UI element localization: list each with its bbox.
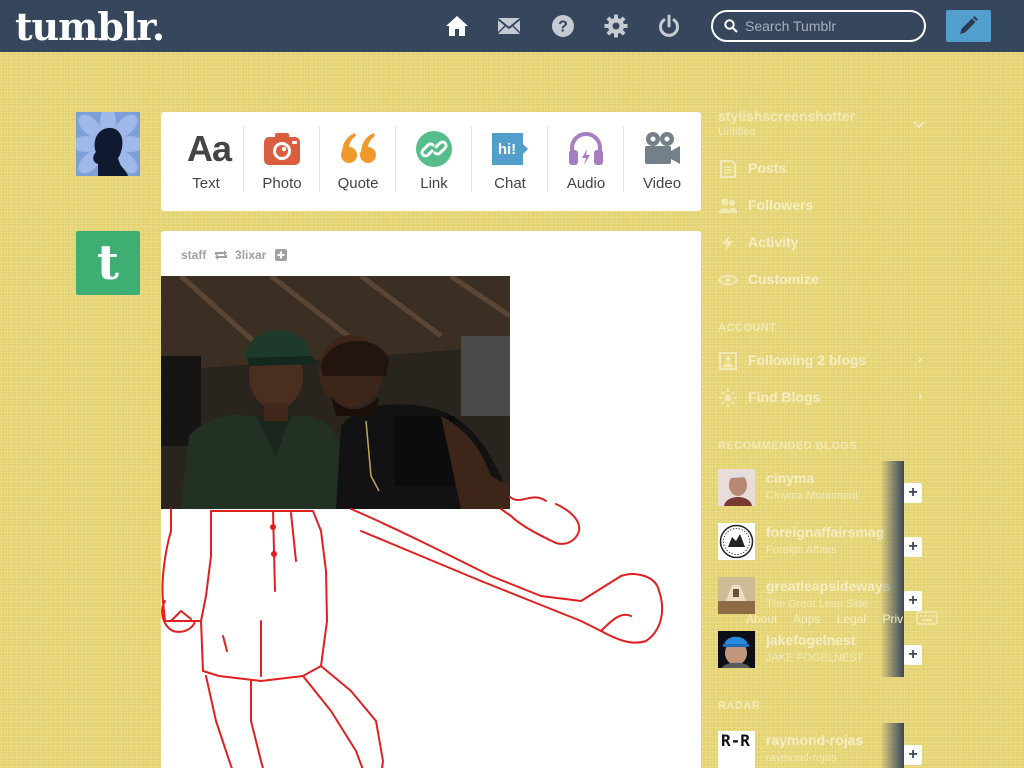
- headphones-icon: [567, 130, 605, 168]
- footer-links: About Apps Legal Priv: [746, 612, 916, 626]
- post-type-bar: Aa Text Photo Quote Link hi! Chat Audio …: [161, 112, 701, 211]
- compose-button[interactable]: [946, 10, 991, 42]
- footer-link-apps[interactable]: Apps: [793, 612, 820, 626]
- chevron-down-icon[interactable]: [913, 121, 925, 129]
- mail-icon[interactable]: [497, 14, 521, 38]
- footer-link-privacy[interactable]: Priv: [882, 612, 903, 626]
- tumblr-logo[interactable]: tumblr.: [15, 4, 165, 49]
- follow-plus-icon[interactable]: +: [904, 483, 922, 503]
- gear-icon[interactable]: [604, 14, 628, 38]
- chevron-right-icon: ›: [918, 352, 922, 366]
- follow-plus-icon[interactable]: +: [904, 745, 922, 765]
- svg-text:hi!: hi!: [498, 141, 516, 158]
- blog-avatar[interactable]: [718, 577, 755, 614]
- blog-avatar[interactable]: [718, 631, 755, 668]
- sidebar-item-customize[interactable]: Customize: [718, 269, 928, 291]
- sidebar-item-followers[interactable]: Followers: [718, 195, 928, 217]
- sidebar-item-posts[interactable]: Posts: [718, 158, 928, 180]
- plus-icon[interactable]: [274, 248, 287, 261]
- account-section-header: ACCOUNT: [718, 322, 777, 334]
- camera-icon: [263, 130, 301, 168]
- search-input[interactable]: [745, 17, 915, 35]
- radar-blog-raymond-rojas[interactable]: R-R raymond-rojas raymond-rojas +: [718, 723, 928, 768]
- post-type-audio[interactable]: Audio: [548, 112, 624, 211]
- staff-avatar[interactable]: t: [76, 231, 140, 295]
- blog-avatar[interactable]: [718, 469, 755, 506]
- post-type-video[interactable]: Video: [624, 112, 700, 211]
- post-type-chat[interactable]: hi! Chat: [472, 112, 548, 211]
- post-header: staff 3lixar: [181, 247, 287, 262]
- power-icon[interactable]: [657, 14, 681, 38]
- post-author[interactable]: staff: [181, 248, 206, 262]
- top-bar: tumblr. ?: [0, 0, 1024, 52]
- text-icon: Aa: [187, 128, 232, 169]
- follow-plus-icon[interactable]: +: [904, 537, 922, 557]
- pencil-icon: [960, 16, 978, 34]
- reblog-icon: [214, 249, 227, 260]
- blog-name[interactable]: stylishscreenshotter: [718, 108, 918, 124]
- svg-text:?: ?: [558, 19, 568, 36]
- followers-icon: [719, 198, 738, 213]
- sidebar-item-following[interactable]: Following 2 blogs ›: [718, 350, 928, 372]
- chat-icon: hi!: [491, 130, 529, 168]
- follow-plus-icon[interactable]: +: [904, 645, 922, 665]
- sidebar-item-activity[interactable]: Activity: [718, 232, 928, 254]
- activity-icon: [722, 235, 733, 251]
- blog-avatar[interactable]: [718, 523, 755, 560]
- search-icon: [724, 19, 738, 33]
- recommended-blog-jakefogelnest[interactable]: jakefogelnest JAKE FOGELNEST +: [718, 623, 928, 685]
- radar-section-header: RADAR: [718, 700, 761, 712]
- post-type-photo[interactable]: Photo: [244, 112, 320, 211]
- post-type-quote[interactable]: Quote: [320, 112, 396, 211]
- recommended-section-header: RECOMMENDED BLOGS: [718, 440, 858, 452]
- link-icon: [415, 130, 453, 168]
- following-icon: [719, 352, 737, 370]
- quote-icon: [339, 130, 377, 168]
- home-icon[interactable]: [445, 14, 469, 38]
- tumblr-t-icon: t: [96, 235, 120, 291]
- post-type-text[interactable]: Aa Text: [168, 112, 244, 211]
- footer-link-about[interactable]: About: [746, 612, 777, 626]
- posts-icon: [720, 160, 736, 178]
- find-blogs-icon: [719, 389, 737, 407]
- post-type-link[interactable]: Link: [396, 112, 472, 211]
- footer-link-legal[interactable]: Legal: [837, 612, 866, 626]
- reblogged-from[interactable]: 3lixar: [235, 248, 266, 262]
- blog-avatar[interactable]: R-R: [718, 731, 755, 768]
- blog-subtitle: Untitled: [718, 126, 756, 138]
- red-sketch-drawing: [161, 496, 664, 768]
- video-camera-icon: [643, 130, 681, 168]
- keyboard-icon[interactable]: [916, 611, 938, 625]
- user-avatar[interactable]: [76, 112, 140, 176]
- help-icon[interactable]: ?: [551, 14, 575, 38]
- sidebar-item-find-blogs[interactable]: Find Blogs ›: [718, 387, 928, 409]
- post-card: staff 3lixar: [161, 231, 701, 768]
- chevron-right-icon: ›: [918, 389, 922, 403]
- follow-plus-icon[interactable]: +: [904, 591, 922, 611]
- search-box[interactable]: [711, 10, 926, 42]
- eye-icon: [718, 274, 738, 286]
